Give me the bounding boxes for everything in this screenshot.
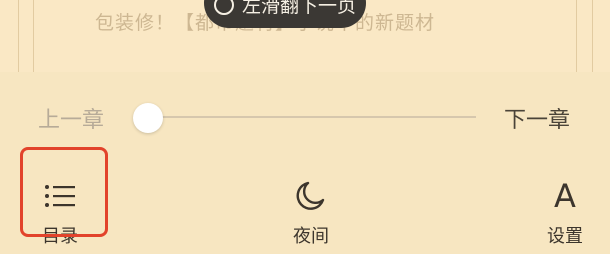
night-mode-button[interactable]: 夜间 (291, 172, 331, 254)
swipe-hint-toast: 左滑翻下一页 (204, 0, 366, 28)
page-frame-line (576, 0, 577, 72)
reading-page[interactable]: 包装修！【都市题材】小说中的新题材 左滑翻下一页 (0, 0, 610, 72)
info-circle-icon (213, 0, 234, 15)
settings-button[interactable]: A 设置 (545, 172, 585, 254)
page-frame-line (592, 0, 593, 72)
night-label: 夜间 (293, 226, 329, 247)
prev-chapter-button[interactable]: 上一章 (38, 107, 104, 135)
next-chapter-button[interactable]: 下一章 (504, 107, 570, 135)
page-frame-line (18, 0, 19, 72)
settings-label: 设置 (547, 226, 583, 247)
toc-highlight-box (20, 147, 108, 237)
toast-text: 左滑翻下一页 (241, 0, 356, 17)
slider-thumb[interactable] (133, 103, 163, 133)
chapter-progress-slider[interactable] (148, 116, 476, 118)
letter-a-icon: A (554, 177, 576, 215)
moon-icon (291, 176, 331, 216)
page-frame-line (33, 0, 34, 72)
